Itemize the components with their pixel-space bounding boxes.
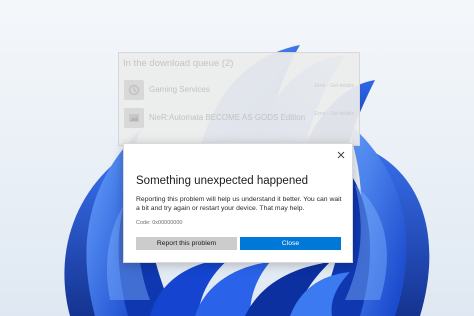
- queue-item[interactable]: NieR:Automata BECOME AS GODS Edition Err…: [124, 108, 356, 130]
- queue-item-name: NieR:Automata BECOME AS GODS Edition: [149, 113, 306, 122]
- queue-item-status[interactable]: Error · Get details: [315, 111, 354, 117]
- report-problem-button[interactable]: Report this problem: [136, 237, 237, 250]
- gaming-services-icon: [124, 80, 144, 100]
- error-code: Code: 0x00000000: [136, 220, 183, 226]
- close-button[interactable]: Close: [240, 237, 341, 250]
- queue-item[interactable]: Gaming Services Error · Get details: [124, 80, 356, 102]
- store-download-queue-window: In the download queue (2) Gaming Service…: [118, 52, 360, 146]
- queue-item-status[interactable]: Error · Get details: [315, 83, 354, 89]
- dialog-message: Reporting this problem will help us unde…: [136, 196, 342, 212]
- dialog-title: Something unexpected happened: [136, 175, 309, 187]
- queue-title: In the download queue (2): [123, 58, 234, 69]
- queue-item-name: Gaming Services: [149, 85, 210, 94]
- error-dialog: Something unexpected happened Reporting …: [123, 143, 353, 263]
- game-thumbnail-icon: [124, 108, 144, 128]
- close-icon[interactable]: [333, 147, 349, 163]
